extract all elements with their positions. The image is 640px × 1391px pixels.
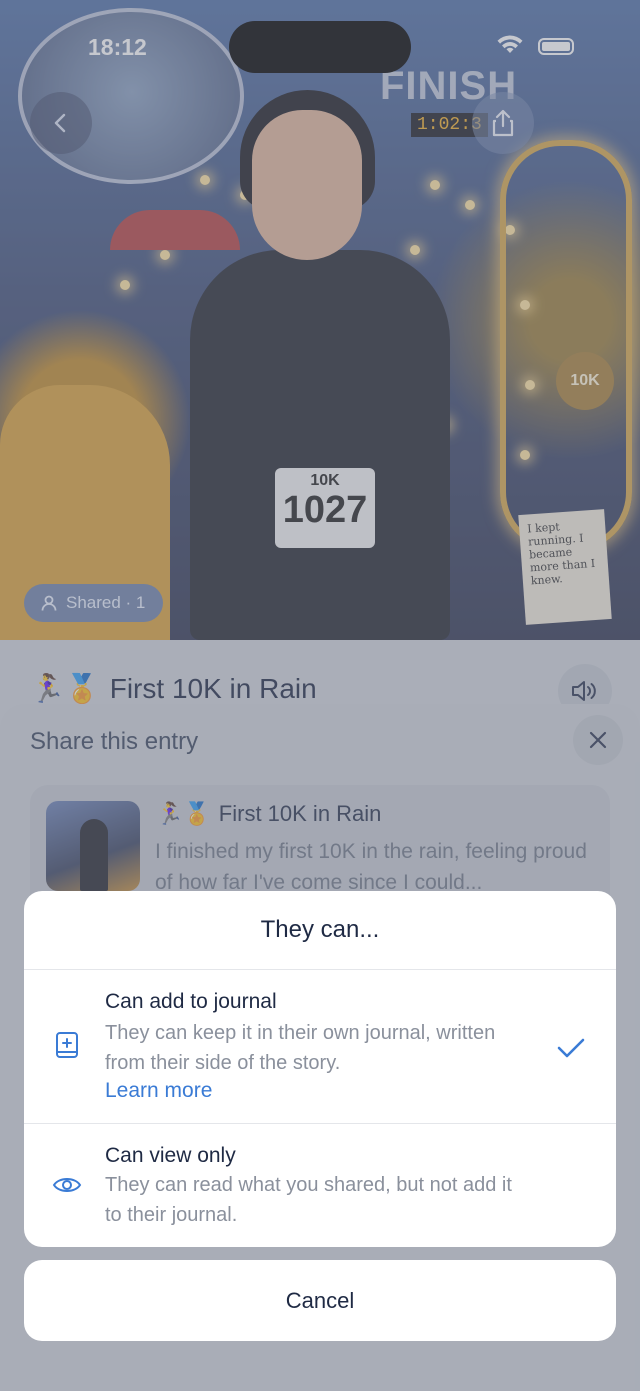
checkmark-icon	[557, 1038, 585, 1058]
option-description: They can read what you shared, but not a…	[105, 1174, 512, 1226]
cancel-button[interactable]: Cancel	[24, 1260, 616, 1341]
permission-action-sheet: They can... Can add to journal They can …	[24, 891, 616, 1247]
option-description: They can keep it in their own journal, w…	[105, 1022, 496, 1074]
eye-icon	[52, 1178, 82, 1192]
option-title: Can add to journal	[105, 990, 277, 1013]
journal-add-icon	[56, 1032, 78, 1058]
action-sheet-heading: They can...	[24, 891, 616, 970]
learn-more-link[interactable]: Learn more	[105, 1079, 212, 1103]
option-can-add-to-journal[interactable]: Can add to journal They can keep it in t…	[24, 970, 616, 1124]
option-title: Can view only	[105, 1144, 236, 1167]
option-can-view-only[interactable]: Can view only They can read what you sha…	[24, 1125, 616, 1247]
